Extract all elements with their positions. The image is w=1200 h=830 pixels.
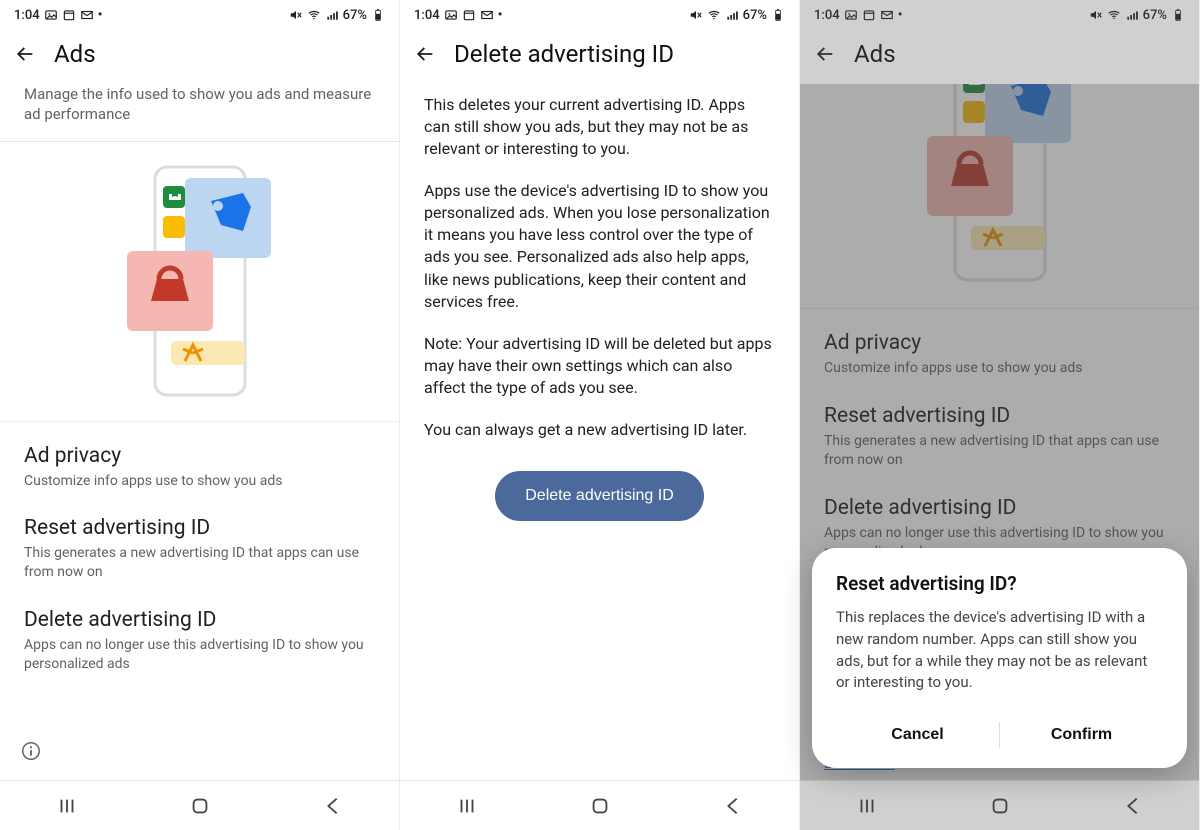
more-icon: • (498, 8, 503, 22)
item-reset-id[interactable]: Reset advertising ID This generates a ne… (0, 494, 399, 586)
gmail-icon (480, 8, 494, 22)
screen-ads: 1:04 • 67% Ads Manage the info used to s… (0, 0, 400, 830)
dialog-actions: Cancel Confirm (836, 716, 1163, 754)
page-title: Delete advertising ID (454, 40, 674, 68)
nav-recent-icon[interactable] (56, 795, 78, 817)
wifi-icon (307, 8, 321, 22)
screen-ads-dialog: 1:04 • 67% Ads (800, 0, 1200, 830)
status-battery: 67% (743, 8, 767, 23)
wifi-icon (707, 8, 721, 22)
picture-icon (44, 8, 58, 22)
page-description: Manage the info used to show you ads and… (0, 84, 399, 141)
signal-icon (725, 8, 739, 22)
nav-bar (0, 780, 399, 830)
paragraph: This deletes your current advertising ID… (400, 94, 799, 160)
status-battery: 67% (343, 8, 367, 23)
nav-home-icon[interactable] (589, 795, 611, 817)
item-subtitle: This generates a new advertising ID that… (24, 544, 375, 582)
header: Ads (0, 30, 399, 84)
picture-icon (444, 8, 458, 22)
info-icon[interactable] (20, 740, 42, 762)
battery-icon (371, 8, 385, 22)
body: Manage the info used to show you ads and… (0, 84, 399, 780)
reset-dialog: Reset advertising ID? This replaces the … (812, 548, 1187, 768)
paragraph: Note: Your advertising ID will be delete… (400, 333, 799, 399)
item-delete-id[interactable]: Delete advertising ID Apps can no longer… (0, 586, 399, 678)
back-icon[interactable] (414, 43, 436, 65)
status-bar: 1:04 • 67% (400, 0, 799, 30)
item-title: Reset advertising ID (24, 516, 375, 540)
item-ad-privacy[interactable]: Ad privacy Customize info apps use to sh… (0, 422, 399, 495)
back-icon[interactable] (14, 43, 36, 65)
mute-icon (289, 8, 303, 22)
nav-recent-icon[interactable] (456, 795, 478, 817)
confirm-button[interactable]: Confirm (1000, 716, 1163, 754)
calendar-icon (62, 8, 76, 22)
screen-delete-id: 1:04 • 67% Delete advertising ID This de… (400, 0, 800, 830)
item-title: Ad privacy (24, 444, 375, 468)
dialog-title: Reset advertising ID? (836, 572, 1163, 595)
gmail-icon (80, 8, 94, 22)
item-title: Delete advertising ID (24, 608, 375, 632)
signal-icon (325, 8, 339, 22)
more-icon: • (98, 8, 103, 22)
item-subtitle: Apps can no longer use this advertising … (24, 636, 375, 674)
dialog-text: This replaces the device's advertising I… (836, 607, 1163, 694)
nav-back-icon[interactable] (722, 795, 744, 817)
paragraph: Apps use the device's advertising ID to … (400, 180, 799, 312)
status-time: 1:04 (414, 8, 440, 23)
status-bar: 1:04 • 67% (0, 0, 399, 30)
mute-icon (689, 8, 703, 22)
nav-back-icon[interactable] (322, 795, 344, 817)
body: This deletes your current advertising ID… (400, 84, 799, 780)
nav-home-icon[interactable] (189, 795, 211, 817)
paragraph: You can always get a new advertising ID … (400, 419, 799, 441)
illustration (0, 142, 399, 422)
calendar-icon (462, 8, 476, 22)
cancel-button[interactable]: Cancel (836, 716, 999, 754)
item-subtitle: Customize info apps use to show you ads (24, 472, 375, 491)
header: Delete advertising ID (400, 30, 799, 84)
page-title: Ads (54, 40, 96, 68)
nav-bar (400, 780, 799, 830)
delete-id-button[interactable]: Delete advertising ID (495, 471, 704, 521)
status-time: 1:04 (14, 8, 40, 23)
battery-icon (771, 8, 785, 22)
